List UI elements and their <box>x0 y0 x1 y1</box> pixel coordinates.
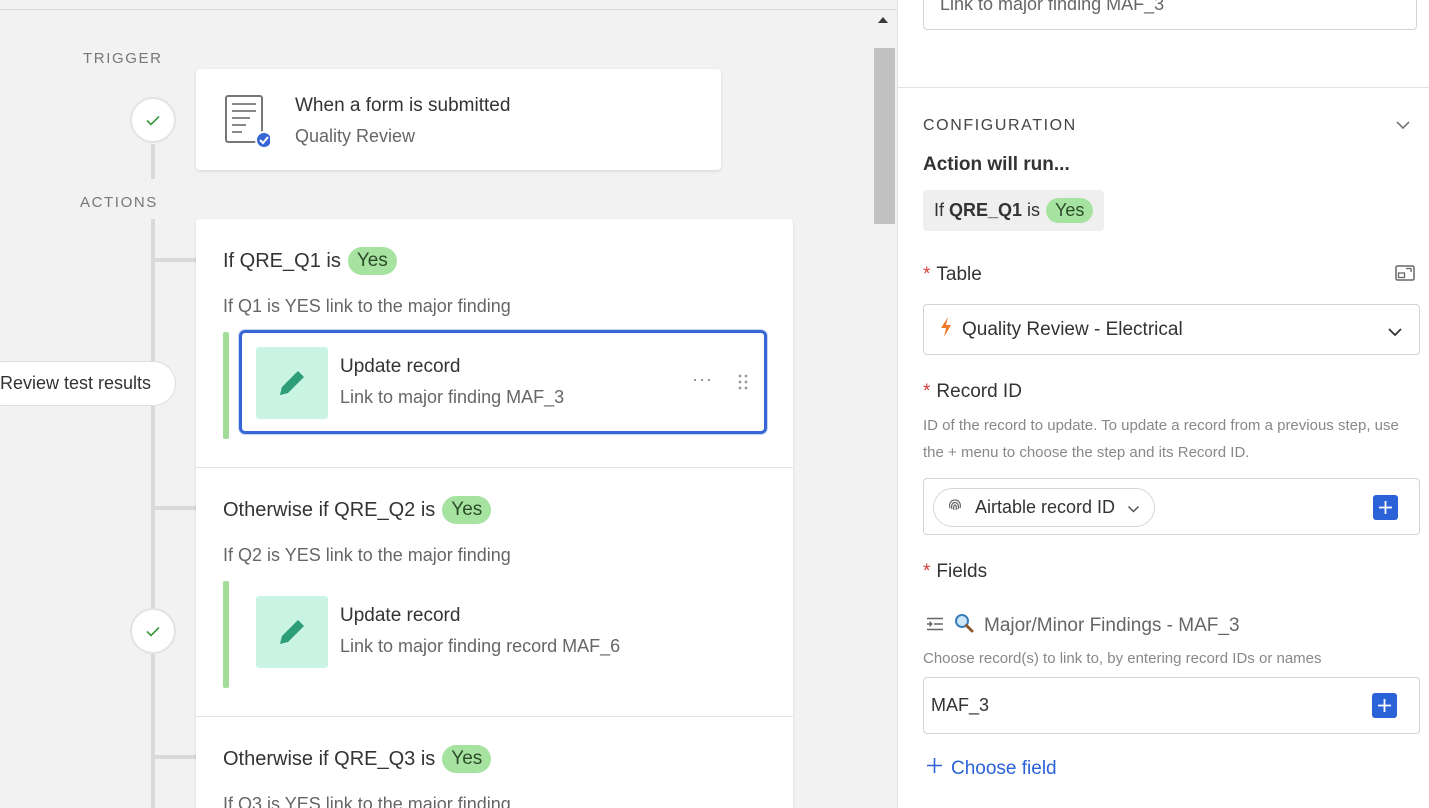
timeline-line <box>151 219 155 361</box>
condition-value-badge: Yes <box>442 745 492 773</box>
more-options-icon[interactable]: ··· <box>692 369 713 390</box>
insert-token-plus-button[interactable] <box>1373 495 1398 520</box>
condition-branch-bar <box>223 581 229 688</box>
condition-is: is <box>1027 200 1041 220</box>
condition-prefix: Otherwise if QRE_Q2 is <box>223 498 436 521</box>
pencil-icon <box>256 347 328 419</box>
condition-prefix: Otherwise if QRE_Q3 is <box>223 747 436 770</box>
action-subtitle: Link to major finding MAF_3 <box>340 387 565 407</box>
fields-label-text: Fields <box>936 561 988 582</box>
plus-icon <box>926 757 943 780</box>
trigger-subtitle: Quality Review <box>295 126 416 146</box>
action-status-check <box>130 608 176 654</box>
condition-field: QRE_Q1 <box>949 200 1023 220</box>
branch-connector <box>155 506 197 510</box>
table-label-text: Table <box>936 264 982 285</box>
required-marker: * <box>923 561 931 582</box>
linked-record-field-icon <box>926 615 944 637</box>
condition-if: If <box>934 200 945 220</box>
pencil-icon <box>256 596 328 668</box>
timeline-line <box>151 144 155 179</box>
trigger-status-check <box>130 97 176 143</box>
condition-description: If Q2 is YES link to the major finding <box>223 545 511 565</box>
action-title: Update record <box>340 605 461 626</box>
condition-prefix: If QRE_Q1 is <box>223 249 341 272</box>
configuration-header: CONFIGURATION <box>923 117 1077 134</box>
plus-icon <box>1379 501 1392 514</box>
record-id-label-text: Record ID <box>936 381 1022 402</box>
trigger-title: When a form is submitted <box>295 95 511 116</box>
trigger-section-label: TRIGGER <box>83 50 163 67</box>
fields-help-text: Choose record(s) to link to, by entering… <box>923 650 1322 667</box>
action-description-input[interactable]: Link to major finding MAF_3 <box>923 0 1417 30</box>
choose-field-label: Choose field <box>951 757 1057 779</box>
scrollbar-thumb[interactable] <box>874 48 895 224</box>
action-title: Update record <box>340 356 461 377</box>
linked-field-row: Major/Minor Findings - MAF_3 <box>926 613 1240 639</box>
action-subtitle: Link to major finding record MAF_6 <box>340 636 621 656</box>
section-divider <box>898 87 1429 88</box>
chevron-down-icon <box>1127 497 1140 518</box>
automation-canvas: TRIGGER ACTIONS When a form is submitted <box>0 0 897 808</box>
trigger-card[interactable]: When a form is submitted Quality Review <box>196 69 721 170</box>
condition-title: Otherwise if QRE_Q2 is Yes <box>223 496 492 524</box>
table-field-label: * Table <box>923 264 982 286</box>
actions-section-label: ACTIONS <box>80 194 158 211</box>
condition-description: If Q1 is YES link to the major finding <box>223 296 511 316</box>
condition-value-badge: Yes <box>442 496 492 524</box>
record-id-token-label: Airtable record ID <box>975 497 1116 517</box>
branch-connector <box>155 258 197 262</box>
condition-branch-bar <box>223 332 229 439</box>
choose-field-button[interactable]: Choose field <box>926 757 1057 780</box>
actions-panel: If QRE_Q1 is Yes If Q1 is YES link to th… <box>196 219 793 808</box>
chevron-down-icon <box>1387 321 1403 343</box>
fingerprint-icon <box>947 497 963 518</box>
run-condition-chip[interactable]: If QRE_Q1 is Yes <box>923 190 1105 231</box>
record-id-field-label: * Record ID <box>923 381 1022 403</box>
form-submitted-icon <box>224 95 273 149</box>
configuration-panel: Link to major finding MAF_3 CONFIGURATIO… <box>897 0 1429 808</box>
update-record-action-card[interactable]: Update record Link to major finding MAF_… <box>239 330 767 434</box>
update-record-action-card[interactable]: Update record Link to major finding reco… <box>239 579 767 683</box>
condition-description: If Q3 is YES link to the major finding <box>223 794 511 808</box>
timeline-line <box>151 406 155 808</box>
branch-connector <box>155 755 197 759</box>
condition-block[interactable]: If QRE_Q1 is Yes If Q1 is YES link to th… <box>196 219 793 467</box>
action-will-run-label: Action will run... <box>923 154 1070 175</box>
open-table-icon[interactable] <box>1395 265 1415 286</box>
table-select[interactable]: Quality Review - Electrical <box>923 304 1420 355</box>
required-marker: * <box>923 381 931 402</box>
review-test-results-button[interactable]: Review test results <box>0 361 176 406</box>
required-marker: * <box>923 264 931 285</box>
insert-token-plus-button[interactable] <box>1372 693 1397 718</box>
check-icon <box>146 626 160 637</box>
condition-block[interactable]: Otherwise if QRE_Q2 is Yes If Q2 is YES … <box>196 468 793 716</box>
fields-field-label: * Fields <box>923 561 987 583</box>
lightning-bolt-icon <box>940 316 952 343</box>
chevron-down-icon[interactable] <box>1395 117 1411 135</box>
plus-icon <box>1378 699 1391 712</box>
record-id-help-text: ID of the record to update. To update a … <box>923 417 1399 461</box>
condition-block[interactable]: Otherwise if QRE_Q3 is Yes If Q3 is YES … <box>196 717 793 808</box>
condition-title: Otherwise if QRE_Q3 is Yes <box>223 745 492 773</box>
linked-field-name: Major/Minor Findings - MAF_3 <box>984 615 1240 636</box>
drag-handle-icon[interactable] <box>737 373 749 396</box>
table-select-value: Quality Review - Electrical <box>962 318 1183 340</box>
condition-title: If QRE_Q1 is Yes <box>223 247 397 275</box>
canvas-top-border <box>0 9 897 10</box>
check-icon <box>146 115 160 126</box>
scroll-up-arrow-icon[interactable] <box>878 17 888 23</box>
condition-value-badge: Yes <box>347 247 397 275</box>
magnifying-glass-icon <box>954 613 974 639</box>
airtable-record-id-token[interactable]: Airtable record ID <box>933 488 1156 527</box>
condition-value-badge: Yes <box>1046 198 1094 223</box>
linked-records-input[interactable]: MAF_3 <box>923 677 1420 734</box>
record-id-input[interactable]: Airtable record ID <box>923 478 1420 535</box>
